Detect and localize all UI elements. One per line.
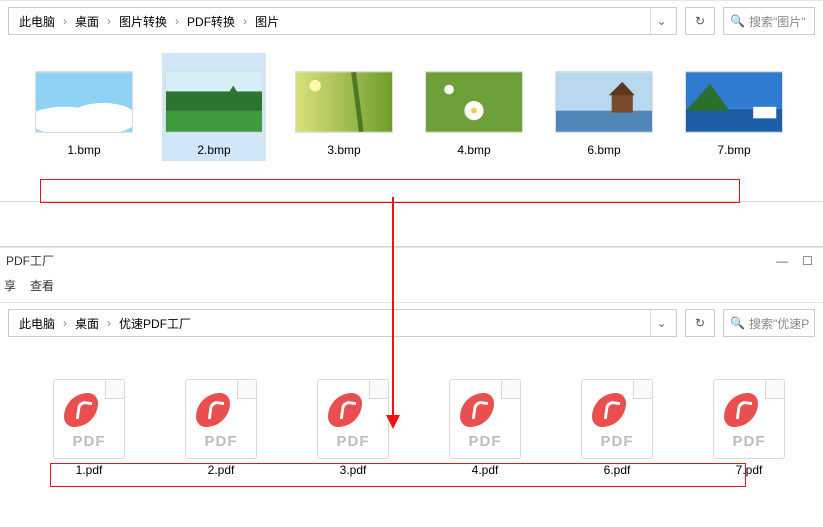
annotation-arrow — [392, 197, 394, 417]
chevron-right-icon: › — [173, 14, 181, 28]
window-title-bar: PDF工厂 — ☐ — [0, 248, 823, 273]
image-thumbnail — [555, 71, 653, 133]
chevron-right-icon: › — [61, 14, 69, 28]
breadcrumb[interactable]: 此电脑 › 桌面 › 图片转换 › PDF转换 › 图片 ⌄ — [8, 7, 677, 35]
breadcrumb-crumb[interactable]: 图片转换 — [113, 9, 173, 34]
pdf-icon: PDF — [581, 379, 653, 459]
pdf-icon: PDF — [53, 379, 125, 459]
file-thumbnails: PDF 1.pdf PDF 2.pdf PDF 3.pdf PDF — [12, 355, 811, 479]
pdf-icon: PDF — [317, 379, 389, 459]
chevron-right-icon: › — [241, 14, 249, 28]
refresh-button[interactable]: ↻ — [685, 7, 715, 35]
file-name: 6.bmp — [552, 139, 656, 161]
menu-item[interactable]: 享 — [4, 277, 16, 294]
pdf-type-label: PDF — [582, 433, 652, 450]
breadcrumb-crumb[interactable]: PDF转换 — [181, 9, 241, 34]
address-bar: 此电脑 › 桌面 › 优速PDF工厂 ⌄ ↻ 🔍 搜索"优速P — [0, 303, 823, 343]
file-item[interactable]: PDF 3.pdf — [308, 373, 398, 477]
menu-bar: 享 查看 — [0, 273, 823, 303]
breadcrumb[interactable]: 此电脑 › 桌面 › 优速PDF工厂 ⌄ — [8, 309, 677, 337]
search-placeholder: 搜索"优速P — [749, 315, 809, 332]
breadcrumb-segments: 此电脑 › 桌面 › 优速PDF工厂 — [13, 311, 650, 336]
file-name: 3.bmp — [292, 139, 396, 161]
window-divider — [0, 201, 823, 247]
search-icon: 🔍 — [730, 316, 745, 330]
file-name: 4.pdf — [440, 463, 530, 477]
image-thumbnail — [685, 71, 783, 133]
pdf-icon: PDF — [185, 379, 257, 459]
refresh-icon: ↻ — [695, 316, 705, 330]
file-pane-images[interactable]: 1.bmp 2.bmp 3.bmp 4.bm — [0, 41, 823, 201]
pdf-type-label: PDF — [186, 433, 256, 450]
search-input[interactable]: 🔍 搜索"优速P — [723, 309, 815, 337]
file-pane-pdfs[interactable]: PDF 1.pdf PDF 2.pdf PDF 3.pdf PDF — [0, 343, 823, 503]
image-thumbnail — [425, 71, 523, 133]
breadcrumb-crumb[interactable]: 图片 — [249, 9, 285, 34]
file-item[interactable]: PDF 6.pdf — [572, 373, 662, 477]
pdf-type-label: PDF — [318, 433, 388, 450]
breadcrumb-crumb[interactable]: 此电脑 — [13, 311, 61, 336]
file-name: 2.pdf — [176, 463, 266, 477]
file-name: 2.bmp — [162, 139, 266, 161]
breadcrumb-crumb[interactable]: 桌面 — [69, 9, 105, 34]
breadcrumb-crumb[interactable]: 桌面 — [69, 311, 105, 336]
window-title: PDF工厂 — [6, 252, 54, 269]
annotation-box — [40, 179, 740, 203]
history-dropdown[interactable]: ⌄ — [650, 310, 672, 336]
file-item[interactable]: 2.bmp — [162, 53, 266, 161]
refresh-icon: ↻ — [695, 14, 705, 28]
file-item[interactable]: PDF 7.pdf — [704, 373, 794, 477]
explorer-window-images: 此电脑 › 桌面 › 图片转换 › PDF转换 › 图片 ⌄ ↻ 🔍 搜索"图片… — [0, 0, 823, 201]
file-item[interactable]: PDF 4.pdf — [440, 373, 530, 477]
search-icon: 🔍 — [730, 14, 745, 28]
breadcrumb-segments: 此电脑 › 桌面 › 图片转换 › PDF转换 › 图片 — [13, 9, 650, 34]
minimize-button[interactable]: — — [776, 254, 788, 268]
pdf-type-label: PDF — [54, 433, 124, 450]
file-item[interactable]: 7.bmp — [682, 53, 786, 161]
file-name: 7.bmp — [682, 139, 786, 161]
file-thumbnails: 1.bmp 2.bmp 3.bmp 4.bm — [12, 53, 811, 161]
search-placeholder: 搜索"图片" — [749, 13, 806, 30]
file-name: 1.bmp — [32, 139, 136, 161]
file-name: 4.bmp — [422, 139, 526, 161]
chevron-down-icon: ⌄ — [656, 316, 666, 330]
file-name: 1.pdf — [44, 463, 134, 477]
file-name: 3.pdf — [308, 463, 398, 477]
chevron-right-icon: › — [105, 316, 113, 330]
file-item[interactable]: 6.bmp — [552, 53, 656, 161]
explorer-window-pdfs: PDF工厂 — ☐ 享 查看 此电脑 › 桌面 › 优速PDF工厂 ⌄ ↻ 🔍 … — [0, 247, 823, 503]
refresh-button[interactable]: ↻ — [685, 309, 715, 337]
address-bar: 此电脑 › 桌面 › 图片转换 › PDF转换 › 图片 ⌄ ↻ 🔍 搜索"图片… — [0, 0, 823, 41]
image-thumbnail — [295, 71, 393, 133]
breadcrumb-crumb[interactable]: 此电脑 — [13, 9, 61, 34]
file-item[interactable]: 1.bmp — [32, 53, 136, 161]
maximize-button[interactable]: ☐ — [802, 254, 813, 268]
file-item[interactable]: 3.bmp — [292, 53, 396, 161]
file-name: 6.pdf — [572, 463, 662, 477]
search-input[interactable]: 🔍 搜索"图片" — [723, 7, 815, 35]
image-thumbnail — [165, 71, 263, 133]
file-name: 7.pdf — [704, 463, 794, 477]
history-dropdown[interactable]: ⌄ — [650, 8, 672, 34]
file-item[interactable]: 4.bmp — [422, 53, 526, 161]
chevron-right-icon: › — [61, 316, 69, 330]
chevron-right-icon: › — [105, 14, 113, 28]
pdf-icon: PDF — [449, 379, 521, 459]
file-item[interactable]: PDF 1.pdf — [44, 373, 134, 477]
menu-item[interactable]: 查看 — [30, 277, 54, 294]
window-controls: — ☐ — [776, 254, 817, 268]
breadcrumb-crumb[interactable]: 优速PDF工厂 — [113, 311, 197, 336]
chevron-down-icon: ⌄ — [656, 14, 666, 28]
file-item[interactable]: PDF 2.pdf — [176, 373, 266, 477]
pdf-type-label: PDF — [714, 433, 784, 450]
annotation-arrow-head — [386, 415, 400, 429]
pdf-type-label: PDF — [450, 433, 520, 450]
pdf-icon: PDF — [713, 379, 785, 459]
image-thumbnail — [35, 71, 133, 133]
